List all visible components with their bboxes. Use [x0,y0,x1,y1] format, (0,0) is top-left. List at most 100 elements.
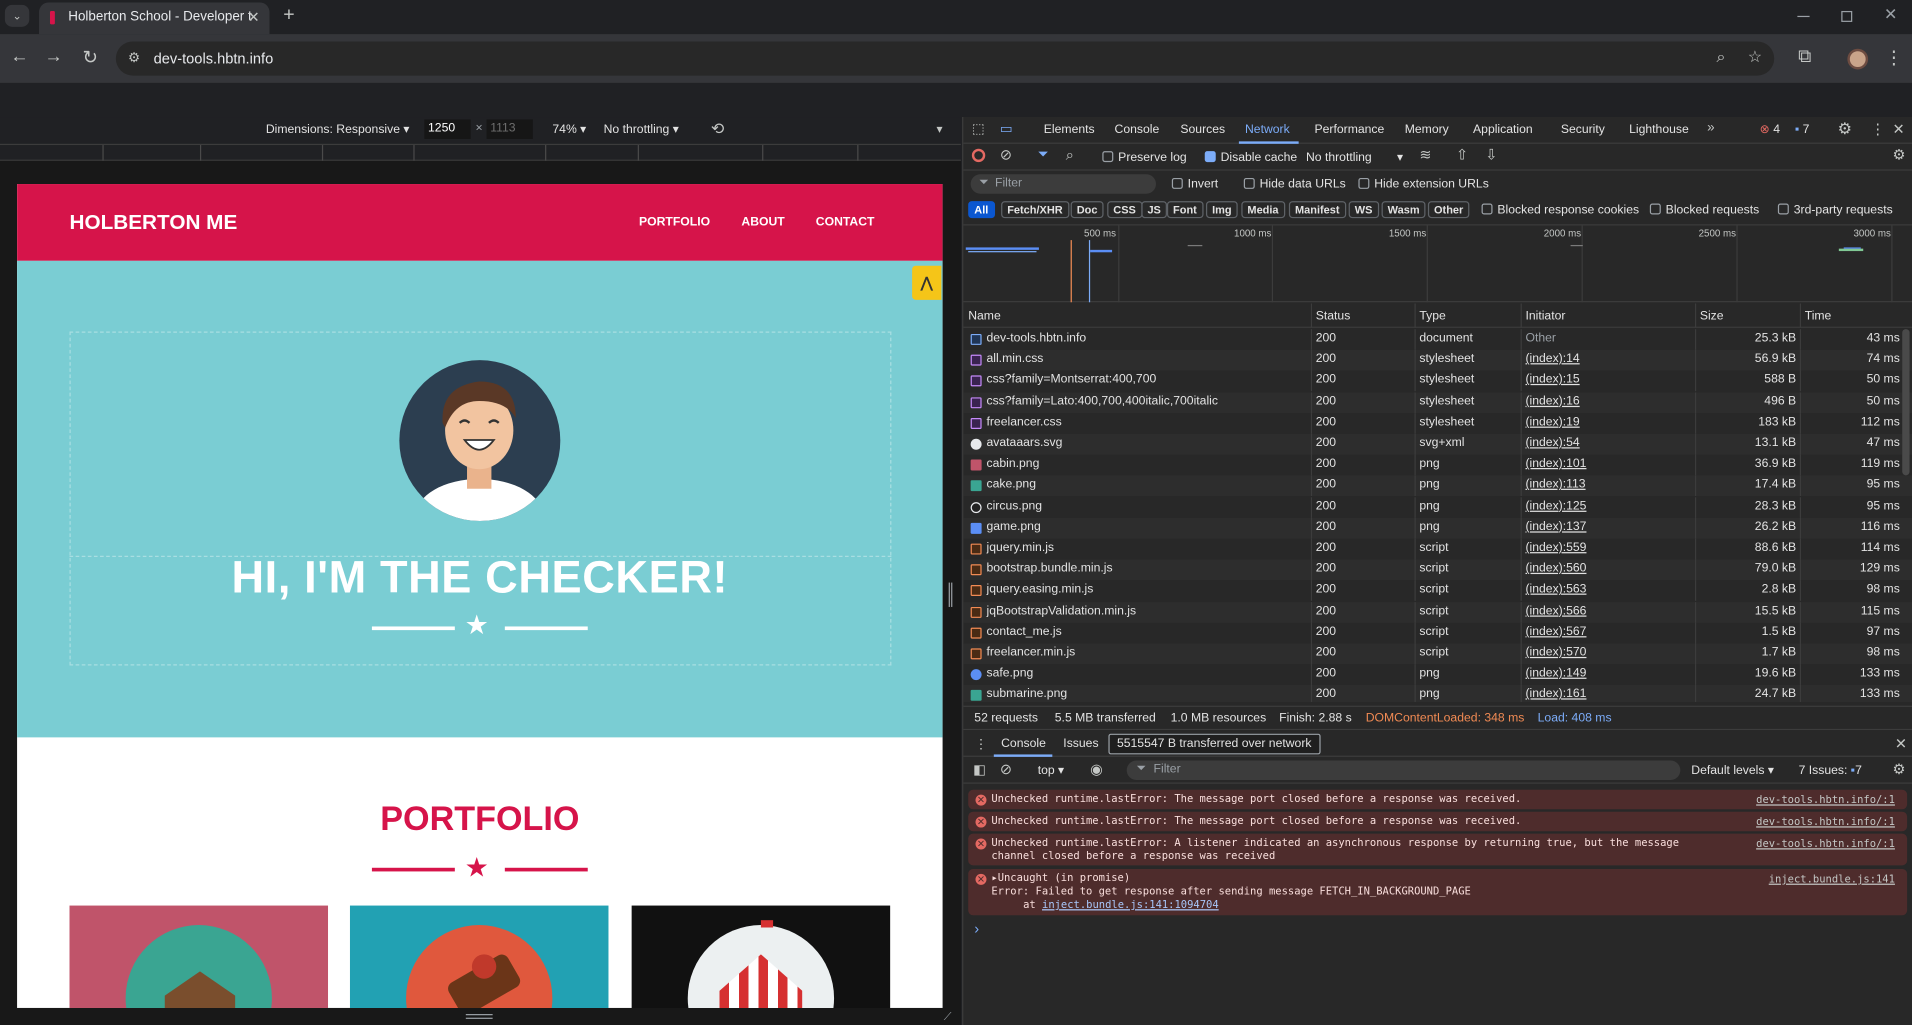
network-request-row[interactable]: all.min.css 200 stylesheet (index):14 56.9 k… [963,350,1912,371]
portfolio-item-cabin[interactable] [69,905,329,1008]
network-request-row[interactable]: jquery.easing.min.js 200 script (index):563… [963,580,1912,602]
network-request-row[interactable]: submarine.png 200 png (index):161 24.7 kB 133… [963,685,1912,703]
network-request-row[interactable]: dev-tools.hbtn.info 200 document Other 25.3 … [963,329,1912,350]
address-bar[interactable]: ⚙ dev-tools.hbtn.info ⌕ ☆ [115,41,1775,76]
type-filter-wasm[interactable]: Wasm [1381,201,1426,219]
minimize-icon[interactable] [1797,15,1810,18]
profile-avatar[interactable] [1847,48,1869,70]
request-initiator[interactable]: (index):15 [1525,373,1691,386]
network-request-row[interactable]: freelancer.css 200 stylesheet (index):19 183… [963,412,1912,434]
network-request-row[interactable]: cabin.png 200 png (index):101 36.9 kB 119 ms [963,454,1912,476]
clear-icon[interactable]: ⊘ [1000,146,1012,163]
type-filter-css[interactable]: CSS [1107,201,1142,219]
network-request-row[interactable]: css?family=Lato:400,700,400italic,700ita… [963,391,1912,413]
network-request-row[interactable]: jquery.min.js 200 script (index):559 88.6 kB… [963,538,1912,560]
portfolio-item-cake[interactable] [349,905,609,1008]
hide-extension-urls-checkbox[interactable]: Hide extension URLs [1358,177,1489,191]
request-initiator[interactable]: (index):125 [1525,499,1691,512]
tab-application[interactable]: Application [1473,123,1533,136]
request-initiator[interactable]: (index):560 [1525,562,1691,575]
console-settings-icon[interactable]: ⚙ [1892,761,1905,778]
tab-search-button[interactable]: ⌄ [4,4,30,27]
type-filter-fetch-xhr[interactable]: Fetch/XHR [1001,201,1069,219]
blocked-requests-checkbox[interactable]: Blocked requests [1649,203,1759,217]
import-har-icon[interactable]: ⇧ [1456,146,1468,163]
search-icon[interactable]: ⌕ [1066,146,1074,164]
third-party-checkbox[interactable]: 3rd-party requests [1777,203,1893,217]
type-filter-img[interactable]: Img [1205,201,1238,219]
network-request-row[interactable]: safe.png 200 png (index):149 19.6 kB 133 ms [963,664,1912,686]
request-initiator[interactable]: (index):137 [1525,520,1691,533]
console-error-uncaught[interactable]: ✕ ▸Uncaught (in promise) Error: Failed t… [968,868,1908,916]
blocked-cookies-checkbox[interactable]: Blocked response cookies [1481,203,1639,217]
restore-icon[interactable] [1841,10,1853,22]
request-initiator[interactable]: (index):16 [1525,394,1691,407]
reload-icon[interactable]: ↻ [78,46,102,69]
nav-contact[interactable]: CONTACT [816,216,875,229]
request-initiator[interactable]: (index):559 [1525,541,1691,554]
extensions-icon[interactable]: ⧉ [1793,46,1817,67]
request-initiator[interactable]: (index):54 [1525,436,1691,449]
disable-cache-checkbox[interactable]: Disable cache [1204,151,1297,165]
request-initiator[interactable]: (index):113 [1525,478,1691,491]
resize-handle-bottom[interactable] [465,1014,493,1019]
console-error-source[interactable]: dev-tools.hbtn.info/:1 [1756,839,1895,851]
console-error-1[interactable]: ✕ Unchecked runtime.lastError: The messa… [968,789,1908,810]
tab-network[interactable]: Network [1245,123,1290,136]
preserve-log-checkbox[interactable]: Preserve log [1102,151,1187,165]
col-type[interactable]: Type [1419,310,1445,323]
live-expression-eye-icon[interactable]: ◉ [1090,761,1103,778]
filter-funnel-icon[interactable]: ⏷ [1038,147,1049,163]
back-icon[interactable]: ← [7,46,31,67]
request-initiator[interactable]: (index):14 [1525,352,1691,365]
width-input[interactable]: 1250 [424,119,471,139]
network-conditions-icon[interactable]: ≋ [1419,146,1431,163]
context-select[interactable]: top ▾ [1038,764,1064,777]
resize-handle-corner[interactable]: ⟋ [944,1010,952,1023]
hide-data-urls-checkbox[interactable]: Hide data URLs [1243,177,1346,191]
network-request-row[interactable]: css?family=Montserrat:400,700 200 styleshe… [963,370,1912,392]
device-more-icon[interactable]: ▾ [936,123,942,136]
invert-checkbox[interactable]: Invert [1171,177,1218,191]
site-info-icon[interactable]: ⚙ [128,50,140,66]
height-input[interactable]: 1113 [486,119,533,139]
col-status[interactable]: Status [1316,310,1351,323]
request-initiator[interactable]: (index):149 [1525,667,1691,680]
drawer-close-icon[interactable]: ✕ [1895,735,1907,752]
tab-security[interactable]: Security [1561,123,1605,136]
type-filter-media[interactable]: Media [1241,201,1285,219]
tab-memory[interactable]: Memory [1405,123,1449,136]
more-tabs-icon[interactable]: » [1707,121,1714,136]
col-initiator[interactable]: Initiator [1525,310,1565,323]
type-filter-all[interactable]: All [968,201,995,219]
browser-tab[interactable]: Holberton School - Developer t ✕ [39,2,270,35]
close-window-icon[interactable]: ✕ [1884,5,1897,25]
type-filter-doc[interactable]: Doc [1070,201,1104,219]
network-request-row[interactable]: contact_me.js 200 script (index):567 1.5 kB 9… [963,622,1912,644]
uncaught-head[interactable]: ▸Uncaught (in promise) [991,873,1130,885]
inspect-icon[interactable]: ⬚ [972,121,985,137]
col-name[interactable]: Name [968,310,1001,323]
new-tab-icon[interactable]: + [277,5,301,27]
network-settings-icon[interactable]: ⚙ [1892,146,1905,163]
forward-icon[interactable]: → [41,46,65,67]
console-error-2[interactable]: ✕ Unchecked runtime.lastError: The messa… [968,811,1908,832]
request-initiator[interactable]: (index):567 [1525,625,1691,638]
export-har-icon[interactable]: ⇩ [1485,146,1497,163]
tab-elements[interactable]: Elements [1044,123,1095,136]
console-error-source[interactable]: dev-tools.hbtn.info/:1 [1756,817,1895,829]
sidebar-toggle-icon[interactable]: ◧ [973,762,986,778]
uncaught-stack-link[interactable]: inject.bundle.js:141:1094704 [1042,899,1219,911]
network-request-row[interactable]: avataaars.svg 200 svg+xml (index):54 13.1 kB… [963,433,1912,455]
bookmark-star-icon[interactable]: ☆ [1748,48,1762,68]
uncaught-source[interactable]: inject.bundle.js:141 [1769,874,1895,886]
network-request-row[interactable]: game.png 200 png (index):137 26.2 kB 116 ms [963,517,1912,539]
type-filter-other[interactable]: Other [1427,201,1470,219]
issues-counter[interactable]: 7 Issues: ▪7 [1799,764,1862,777]
resize-handle-right[interactable] [948,582,953,607]
type-filter-js[interactable]: JS [1141,201,1167,219]
col-size[interactable]: Size [1700,310,1724,323]
network-request-row[interactable]: circus.png 200 png (index):125 28.3 kB 95 ms [963,496,1912,518]
console-error-source[interactable]: dev-tools.hbtn.info/:1 [1756,795,1895,807]
request-initiator[interactable]: (index):566 [1525,604,1691,617]
